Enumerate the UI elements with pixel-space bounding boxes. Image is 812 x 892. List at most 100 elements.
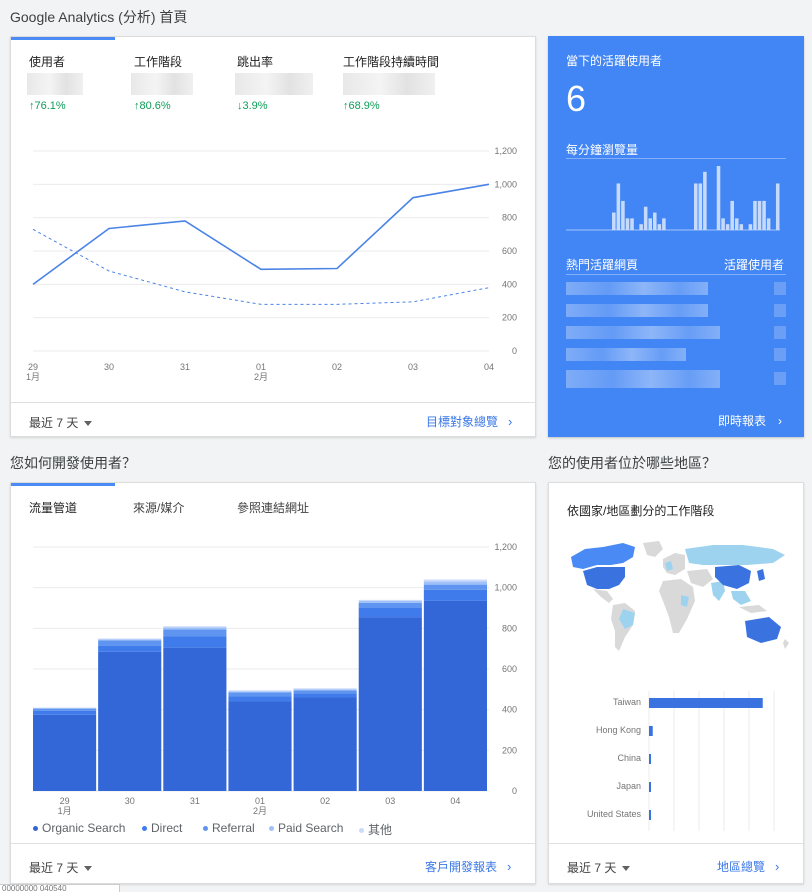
bar-segment-organic-search bbox=[98, 651, 162, 791]
bar-segment-其他 bbox=[423, 579, 487, 582]
map-region-indonesia bbox=[739, 605, 767, 613]
date-range-dropdown[interactable]: 最近 7 天 bbox=[29, 859, 93, 876]
y-tick-label: 400 bbox=[502, 705, 517, 715]
bar-segment-其他 bbox=[228, 690, 292, 692]
metric-sessions-label[interactable]: 工作階段 bbox=[134, 53, 182, 70]
map-region-canada bbox=[571, 543, 635, 569]
x-tick-label: 04 bbox=[450, 796, 460, 806]
date-range-dropdown[interactable]: 最近 7 天 bbox=[29, 414, 93, 431]
acquisition-card: 流量管道 來源/媒介 參照連結網址 0 200 400 600 800 1,000 1,20… bbox=[10, 482, 536, 884]
pageviews-bar bbox=[762, 200, 766, 230]
sessions-by-country-chart: 0%20%40%60%80%100%TaiwanHong KongChinaJa… bbox=[587, 691, 775, 831]
top-page-users bbox=[774, 326, 786, 339]
bar-segment-paid-search bbox=[293, 689, 357, 691]
pageviews-bar bbox=[703, 171, 707, 230]
realtime-card: 當下的活躍使用者 6 每分鐘瀏覽量 熱門活躍網頁 活躍使用者 即時報表 › bbox=[548, 36, 804, 437]
chevron-right-icon: › bbox=[508, 414, 513, 429]
pageviews-bar bbox=[657, 224, 662, 230]
bar-segment-organic-search bbox=[163, 647, 227, 791]
audience-overview-link[interactable]: 目標對象總覽 › bbox=[426, 413, 512, 430]
top-page-row[interactable] bbox=[566, 282, 708, 295]
pageviews-bar bbox=[716, 166, 721, 230]
active-tab-indicator bbox=[11, 483, 115, 486]
pageviews-bar bbox=[621, 200, 625, 230]
bar-segment-其他 bbox=[293, 688, 357, 690]
acquisition-section-title: 您如何開發使用者？ bbox=[10, 455, 136, 471]
metric-duration-label[interactable]: 工作階段持續時間 bbox=[343, 53, 439, 70]
bar-segment-referral bbox=[293, 690, 357, 694]
metric-users-label[interactable]: 使用者 bbox=[29, 53, 65, 70]
bar-segment-其他 bbox=[163, 626, 227, 628]
realtime-report-link[interactable]: 即時報表 › bbox=[718, 412, 782, 429]
legend-dot bbox=[359, 828, 364, 834]
bar-segment-direct bbox=[293, 693, 357, 698]
metric-bounce-label[interactable]: 跳出率 bbox=[237, 53, 273, 70]
pageviews-bar bbox=[730, 200, 734, 230]
bar-segment-direct bbox=[423, 589, 487, 601]
y-tick-label: 0 bbox=[512, 786, 517, 796]
x-tick-label: 03 bbox=[408, 362, 418, 372]
x-tick-label: 03 bbox=[385, 796, 395, 806]
top-page-row[interactable] bbox=[566, 348, 686, 361]
metric-sessions-value bbox=[131, 73, 193, 95]
metric-bounce-value bbox=[235, 73, 313, 95]
y-tick-label: 1,200 bbox=[494, 146, 517, 156]
tab-referrals[interactable]: 參照連結網址 bbox=[237, 499, 309, 516]
bar-segment-paid-search bbox=[33, 708, 97, 709]
map-region-usa bbox=[583, 567, 625, 589]
top-page-row[interactable] bbox=[566, 326, 720, 339]
geo-overview-link-label: 地區總覽 bbox=[717, 860, 766, 874]
map-region-central-america bbox=[593, 589, 613, 603]
geo-section-title: 您的使用者位於哪些地區？ bbox=[548, 455, 716, 471]
bar-segment-organic-search bbox=[293, 697, 357, 791]
date-range-label: 最近 7 天 bbox=[567, 861, 617, 875]
pageviews-bar bbox=[757, 200, 762, 230]
legend-organic-search: Organic Search bbox=[33, 821, 125, 835]
header-divider bbox=[566, 274, 786, 275]
map-region-greenland bbox=[643, 541, 663, 557]
metric-users-change: ↑76.1% bbox=[29, 100, 66, 112]
country-bar bbox=[649, 726, 653, 736]
metric-duration-change: ↑68.9% bbox=[343, 100, 380, 112]
tab-source-medium[interactable]: 來源/媒介 bbox=[133, 499, 184, 516]
x-tick-label: 30 bbox=[125, 796, 135, 806]
bar-segment-referral bbox=[163, 629, 227, 637]
pageviews-bar bbox=[739, 224, 744, 230]
bar-segment-paid-search bbox=[423, 581, 487, 585]
date-range-dropdown[interactable]: 最近 7 天 bbox=[567, 859, 631, 876]
country-bar bbox=[649, 782, 651, 792]
top-page-users bbox=[774, 282, 786, 295]
caret-down-icon bbox=[622, 866, 631, 872]
tab-channels[interactable]: 流量管道 bbox=[29, 499, 77, 516]
bar-segment-organic-search bbox=[33, 714, 97, 791]
bar-segment-direct bbox=[228, 696, 292, 702]
bar-segment-其他 bbox=[358, 599, 422, 601]
top-page-row[interactable] bbox=[566, 370, 720, 388]
bar-segment-referral bbox=[98, 640, 162, 646]
series-line-current bbox=[32, 183, 490, 285]
country-label: United States bbox=[587, 809, 642, 819]
metric-duration-value bbox=[343, 73, 435, 95]
metric-bounce-change: ↓3.9% bbox=[237, 100, 268, 112]
country-label: Japan bbox=[616, 781, 641, 791]
legend-dot bbox=[142, 826, 147, 832]
y-tick-label: 600 bbox=[502, 246, 517, 256]
pageviews-bar bbox=[775, 183, 780, 230]
y-tick-label: 600 bbox=[502, 664, 517, 674]
audience-overview-link-label: 目標對象總覽 bbox=[426, 415, 499, 429]
bar-segment-referral bbox=[228, 692, 292, 697]
active-metric-indicator bbox=[11, 37, 115, 40]
legend-dot bbox=[33, 826, 38, 832]
pageviews-bar bbox=[630, 218, 634, 230]
chevron-right-icon: › bbox=[778, 414, 783, 428]
y-tick-label: 0 bbox=[512, 346, 517, 356]
legend-paid-search: Paid Search bbox=[269, 821, 343, 835]
geo-overview-link[interactable]: 地區總覽 › bbox=[717, 858, 779, 875]
acquisition-report-link[interactable]: 客戶開發報表 › bbox=[425, 858, 511, 875]
bar-segment-paid-search bbox=[163, 627, 227, 630]
top-page-row[interactable] bbox=[566, 304, 708, 317]
pageviews-bar bbox=[748, 224, 753, 230]
country-bar bbox=[649, 754, 651, 764]
pageviews-bar bbox=[693, 183, 698, 230]
users-line-chart: 0 200 400 600 800 1,000 1,200 29 1月 30 31 01 2月 02 03 0… bbox=[26, 146, 517, 382]
